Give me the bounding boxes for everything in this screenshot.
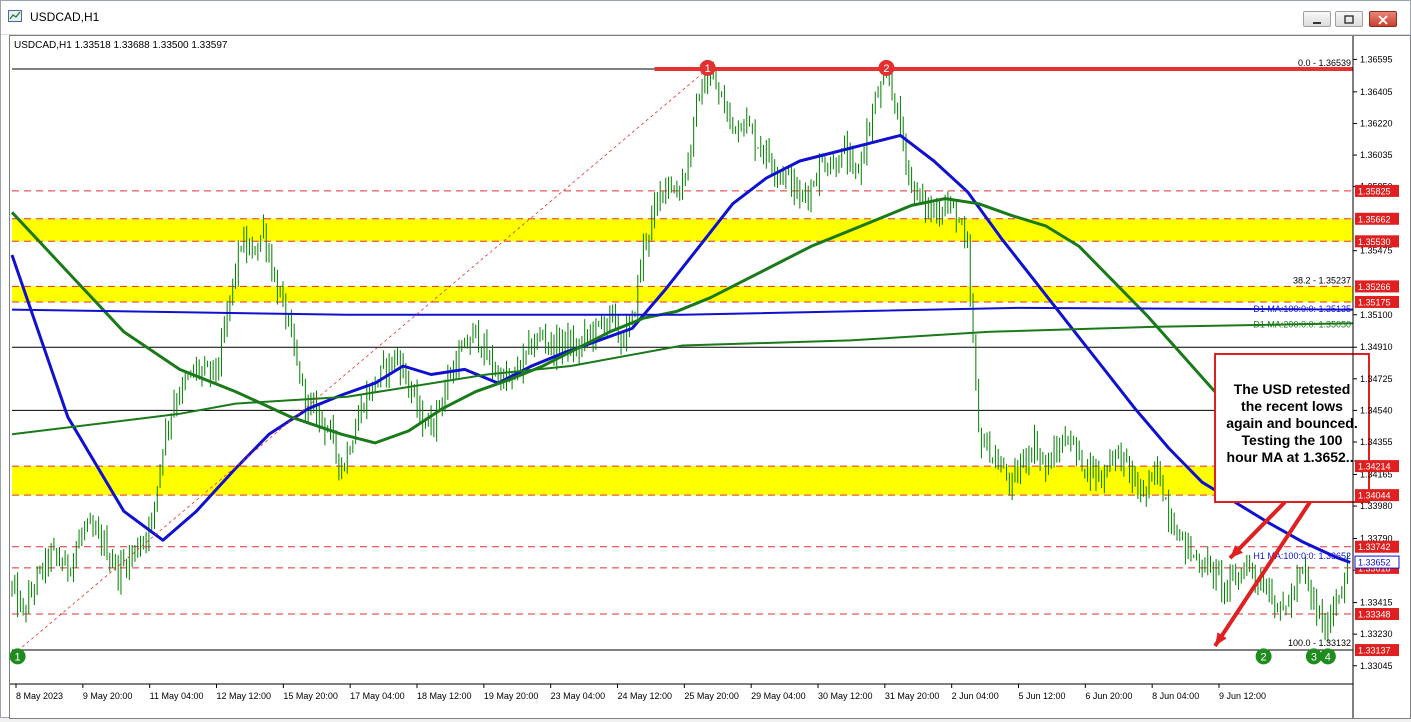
x-tick-label: 31 May 20:00 [885, 691, 940, 701]
price-chart[interactable]: 0.0 - 1.36539 38.2 - 1.35237 100.0 - 1.331… [9, 36, 1410, 718]
price-label: 1.35175 [1358, 297, 1391, 307]
y-tick-label: 1.35100 [1360, 310, 1393, 320]
price-zone [12, 218, 1353, 242]
x-tick-label: 11 May 04:00 [150, 691, 204, 701]
x-tick-label: 24 May 12:00 [618, 691, 673, 701]
window-title: USDCAD,H1 [30, 10, 100, 24]
y-tick-label: 1.34540 [1360, 405, 1393, 415]
y-tick-label: 1.33045 [1360, 661, 1393, 671]
y-tick-label: 1.36405 [1360, 87, 1393, 97]
y-tick-label: 1.34725 [1360, 374, 1393, 384]
x-tick-label: 15 May 20:00 [283, 691, 338, 701]
marker-label: 3 [1311, 651, 1317, 663]
y-tick-label: 1.33230 [1360, 629, 1393, 639]
chart-window: USDCAD,H1 0.0 - 1.36539 38.2 - 1.35237 100… [0, 0, 1411, 719]
ma-label-d1-200: D1 MA:200:0:0: 1.35050 [1253, 319, 1351, 329]
marker-label: 1 [15, 651, 21, 663]
ma-label-d1-100: D1 MA:100:0:0: 1.35135 [1253, 304, 1351, 314]
x-tick-label: 23 May 04:00 [551, 691, 606, 701]
price-label: 1.35662 [1358, 214, 1391, 224]
price-label: 1.35530 [1358, 237, 1391, 247]
fib-label-bottom: 100.0 - 1.33132 [1288, 638, 1351, 648]
y-tick-label: 1.36220 [1360, 118, 1393, 128]
price-label: 1.33137 [1358, 646, 1391, 656]
x-tick-label: 8 May 2023 [16, 691, 63, 701]
marker-label: 4 [1325, 651, 1331, 663]
current-price-label: 1.33652 [1358, 558, 1391, 568]
x-tick-label: 18 May 12:00 [417, 691, 472, 701]
callout-text: The USD retested the recent lows again and… [1226, 381, 1357, 465]
symbol-header: USDCAD,H1 1.33518 1.33688 1.33500 1.3359… [14, 40, 228, 51]
minimize-icon [1313, 22, 1321, 24]
x-tick-label: 17 May 04:00 [350, 691, 405, 701]
price-label: 1.34044 [1358, 491, 1391, 501]
y-tick-label: 1.33980 [1360, 501, 1393, 511]
y-tick-label: 1.34355 [1360, 437, 1393, 447]
marker-label: 1 [705, 63, 711, 75]
x-tick-label: 9 May 20:00 [83, 691, 133, 701]
price-zone [12, 286, 1353, 302]
y-tick-label: 1.33415 [1360, 598, 1393, 608]
price-label: 1.34214 [1358, 462, 1391, 472]
x-tick-label: 6 Jun 20:00 [1085, 691, 1132, 701]
marker-label: 2 [1261, 651, 1267, 663]
close-icon [1378, 15, 1388, 25]
chart-window-icon [8, 10, 22, 22]
ma-label-h1-100: H1 MA:100:0:0: 1.33652 [1253, 551, 1351, 561]
y-tick-label: 1.34910 [1360, 342, 1393, 352]
restore-icon [1344, 15, 1354, 24]
x-tick-label: 12 May 12:00 [217, 691, 272, 701]
x-tick-label: 2 Jun 04:00 [952, 691, 999, 701]
price-label: 1.33742 [1358, 542, 1391, 552]
minimize-button[interactable] [1303, 11, 1331, 27]
y-tick-label: 1.36595 [1360, 54, 1393, 64]
fib-label-mid: 38.2 - 1.35237 [1293, 275, 1351, 285]
x-tick-label: 8 Jun 04:00 [1152, 691, 1199, 701]
x-tick-label: 29 May 04:00 [751, 691, 806, 701]
x-tick-label: 9 Jun 12:00 [1219, 691, 1266, 701]
y-tick-label: 1.36035 [1360, 150, 1393, 160]
marker-label: 2 [883, 63, 889, 75]
close-button[interactable] [1369, 11, 1397, 27]
price-label: 1.35825 [1358, 186, 1391, 196]
x-tick-label: 5 Jun 12:00 [1019, 691, 1066, 701]
fib-label-top: 0.0 - 1.36539 [1298, 58, 1351, 68]
title-bar[interactable]: USDCAD,H1 [1, 1, 1410, 35]
restore-button[interactable] [1335, 11, 1363, 27]
chart-area[interactable]: 0.0 - 1.36539 38.2 - 1.35237 100.0 - 1.331… [9, 35, 1411, 719]
x-tick-label: 19 May 20:00 [484, 691, 539, 701]
price-label: 1.35266 [1358, 282, 1391, 292]
price-label: 1.33348 [1358, 610, 1391, 620]
x-tick-label: 30 May 12:00 [818, 691, 873, 701]
x-tick-label: 25 May 20:00 [684, 691, 739, 701]
